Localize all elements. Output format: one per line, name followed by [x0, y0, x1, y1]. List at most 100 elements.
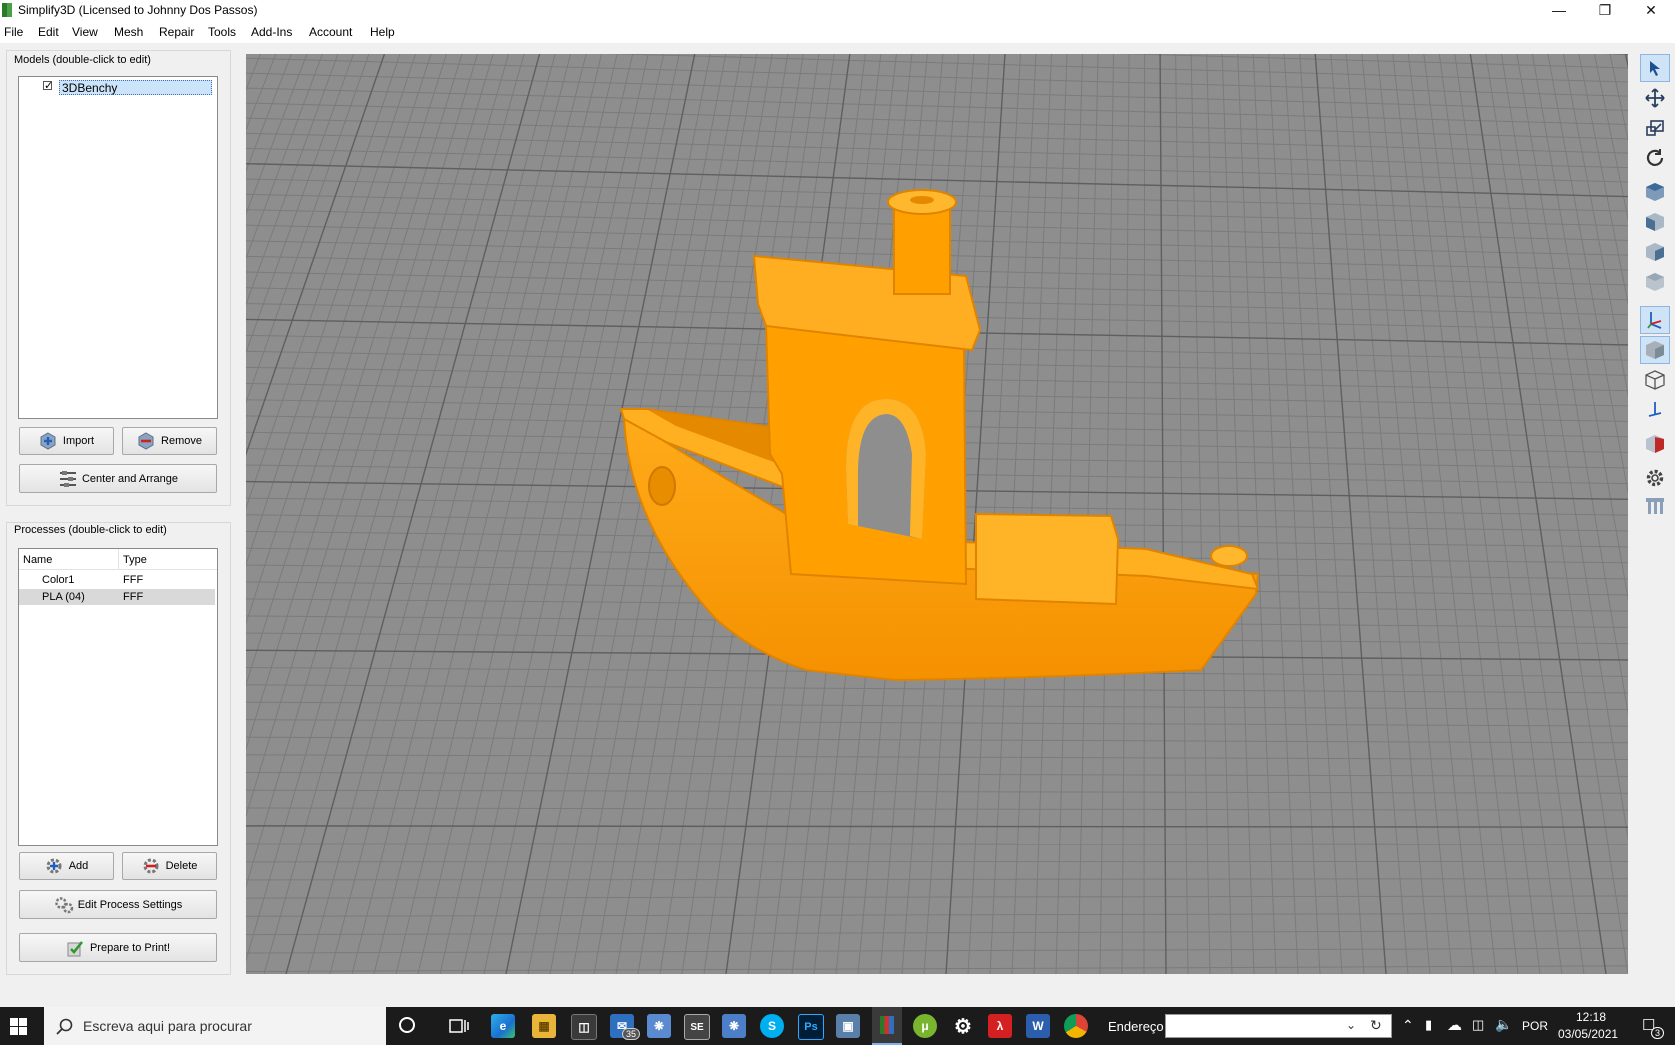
close-button[interactable]: ✕ — [1628, 0, 1674, 21]
prepare-to-print-button[interactable]: Prepare to Print! — [19, 933, 217, 962]
table-row[interactable]: PLA (04) FFF — [19, 589, 215, 605]
delete-process-button[interactable]: Delete — [122, 852, 217, 880]
clock-time[interactable]: 12:18 — [1576, 1010, 1606, 1024]
snipping-tool-icon[interactable]: ❋ — [647, 1014, 671, 1038]
cortana-icon[interactable] — [399, 1017, 415, 1033]
utorrent-icon[interactable]: μ — [913, 1014, 937, 1038]
table-row[interactable]: Color1 FFF — [19, 572, 215, 588]
rear-box — [975, 512, 1120, 606]
front-view-cube-icon — [1646, 213, 1664, 231]
porthole — [648, 466, 676, 506]
minimize-button[interactable]: — — [1536, 0, 1582, 21]
word-icon[interactable]: W — [1026, 1014, 1050, 1038]
simplify3d-taskbar-button[interactable] — [872, 1007, 902, 1045]
menu-file[interactable]: File — [4, 25, 23, 39]
column-name[interactable]: Name — [23, 554, 52, 566]
side-view-button[interactable] — [1640, 238, 1670, 266]
column-type[interactable]: Type — [123, 554, 147, 566]
delete-gear-icon — [142, 857, 160, 875]
simplify3d-taskbar-icon — [880, 1016, 894, 1034]
processes-title: Processes (double-click to edit) — [14, 524, 167, 536]
language-indicator[interactable]: POR — [1522, 1019, 1548, 1033]
menu-tools[interactable]: Tools — [208, 25, 236, 39]
normals-icon — [1648, 402, 1662, 417]
clock-date[interactable]: 03/05/2021 — [1558, 1027, 1618, 1041]
list-item[interactable]: ✓ 3DBenchy — [21, 80, 213, 96]
menu-view[interactable]: View — [72, 25, 98, 39]
title-bar: Simplify3D (Licensed to Johnny Dos Passo… — [0, 0, 1675, 21]
search-icon — [56, 1018, 73, 1035]
add-process-button[interactable]: Add — [19, 852, 114, 880]
simplify3d-logo-icon — [2, 3, 12, 17]
models-title: Models (double-click to edit) — [14, 54, 151, 66]
top-view-button[interactable] — [1640, 178, 1670, 206]
menu-help[interactable]: Help — [370, 25, 395, 39]
show-hidden-icons-chevron-icon[interactable]: ⌃ — [1402, 1017, 1414, 1034]
remove-button[interactable]: Remove — [122, 427, 217, 455]
rotate-tool-button[interactable] — [1640, 144, 1670, 172]
move-tool-button[interactable] — [1640, 84, 1670, 112]
import-button[interactable]: Import — [19, 427, 114, 455]
menu-add-ins[interactable]: Add-Ins — [251, 25, 292, 39]
store-icon[interactable]: ◫ — [571, 1014, 597, 1040]
file-explorer-icon[interactable]: ▦ — [532, 1014, 556, 1038]
settings-gears-icon — [54, 896, 73, 914]
normals-toggle[interactable] — [1640, 396, 1670, 424]
restore-button[interactable]: ❐ — [1582, 0, 1628, 21]
scale-tool-button[interactable] — [1640, 114, 1670, 142]
iso-view-cube-icon — [1646, 273, 1664, 291]
wireframe-cube-icon — [1645, 370, 1665, 390]
menu-repair[interactable]: Repair — [159, 25, 194, 39]
address-input[interactable]: ⌄ ↻ — [1165, 1014, 1392, 1038]
chimney-hole — [910, 196, 934, 204]
prepare-check-icon — [66, 939, 84, 957]
select-tool-button[interactable] — [1640, 54, 1670, 82]
solid-edge-icon[interactable]: SE — [684, 1014, 710, 1040]
solid-cube-icon — [1646, 341, 1664, 359]
build-plate-canvas[interactable] — [246, 54, 1628, 974]
battery-icon[interactable]: ▮ — [1425, 1017, 1432, 1033]
photoshop-icon[interactable]: Ps — [798, 1014, 824, 1040]
process-type: FFF — [123, 591, 144, 603]
windows-taskbar: Escreva aqui para procurar e ▦ ◫ ✉ 35 ❋ … — [0, 1007, 1675, 1045]
chrome-icon[interactable] — [1064, 1014, 1088, 1038]
edge-icon[interactable]: e — [491, 1014, 515, 1038]
support-tool-button[interactable] — [1640, 492, 1670, 520]
center-arrange-button[interactable]: Center and Arrange — [19, 464, 217, 493]
wireframe-view-toggle[interactable] — [1640, 366, 1670, 394]
cursor-arrow-icon — [1650, 61, 1660, 76]
iso-view-button[interactable] — [1640, 268, 1670, 296]
models-list[interactable]: ✓ 3DBenchy — [18, 76, 218, 419]
settings-button[interactable] — [1640, 464, 1670, 492]
menu-account[interactable]: Account — [309, 25, 352, 39]
column-divider[interactable] — [118, 549, 119, 569]
side-view-cube-icon — [1646, 243, 1664, 261]
acrobat-icon[interactable]: λ — [988, 1014, 1012, 1038]
onedrive-cloud-icon[interactable]: ☁ — [1447, 1016, 1462, 1034]
start-button[interactable] — [10, 1018, 27, 1038]
show-axes-toggle[interactable] — [1640, 306, 1670, 334]
windows-logo-icon — [10, 1018, 27, 1035]
taskbar-search-box[interactable]: Escreva aqui para procurar — [44, 1007, 386, 1045]
3d-viewport[interactable] — [246, 54, 1628, 974]
remove-label: Remove — [161, 435, 202, 447]
cross-section-button[interactable] — [1640, 430, 1670, 458]
network-icon[interactable]: ◫ — [1472, 1017, 1484, 1033]
processes-table[interactable]: Name Type Color1 FFF PLA (04) FFF — [18, 548, 218, 846]
menu-edit[interactable]: Edit — [38, 25, 59, 39]
solid-view-toggle[interactable] — [1640, 336, 1670, 364]
add-gear-icon — [45, 857, 63, 875]
edit-process-settings-button[interactable]: Edit Process Settings — [19, 890, 217, 919]
menu-mesh[interactable]: Mesh — [114, 25, 143, 39]
app-window-icon[interactable]: ▣ — [836, 1014, 860, 1038]
skype-icon[interactable]: S — [760, 1014, 784, 1038]
refresh-icon[interactable]: ↻ — [1370, 1017, 1382, 1034]
model-name[interactable]: 3DBenchy — [59, 80, 212, 95]
chevron-down-icon[interactable]: ⌄ — [1346, 1018, 1356, 1032]
volume-icon[interactable]: 🔈 — [1495, 1016, 1512, 1033]
model-checkbox[interactable]: ✓ — [43, 81, 53, 92]
task-view-button[interactable] — [449, 1018, 469, 1037]
front-view-button[interactable] — [1640, 208, 1670, 236]
gear-settings-icon[interactable]: ⚙ — [951, 1014, 975, 1038]
settings-app-icon[interactable]: ❋ — [722, 1014, 746, 1038]
